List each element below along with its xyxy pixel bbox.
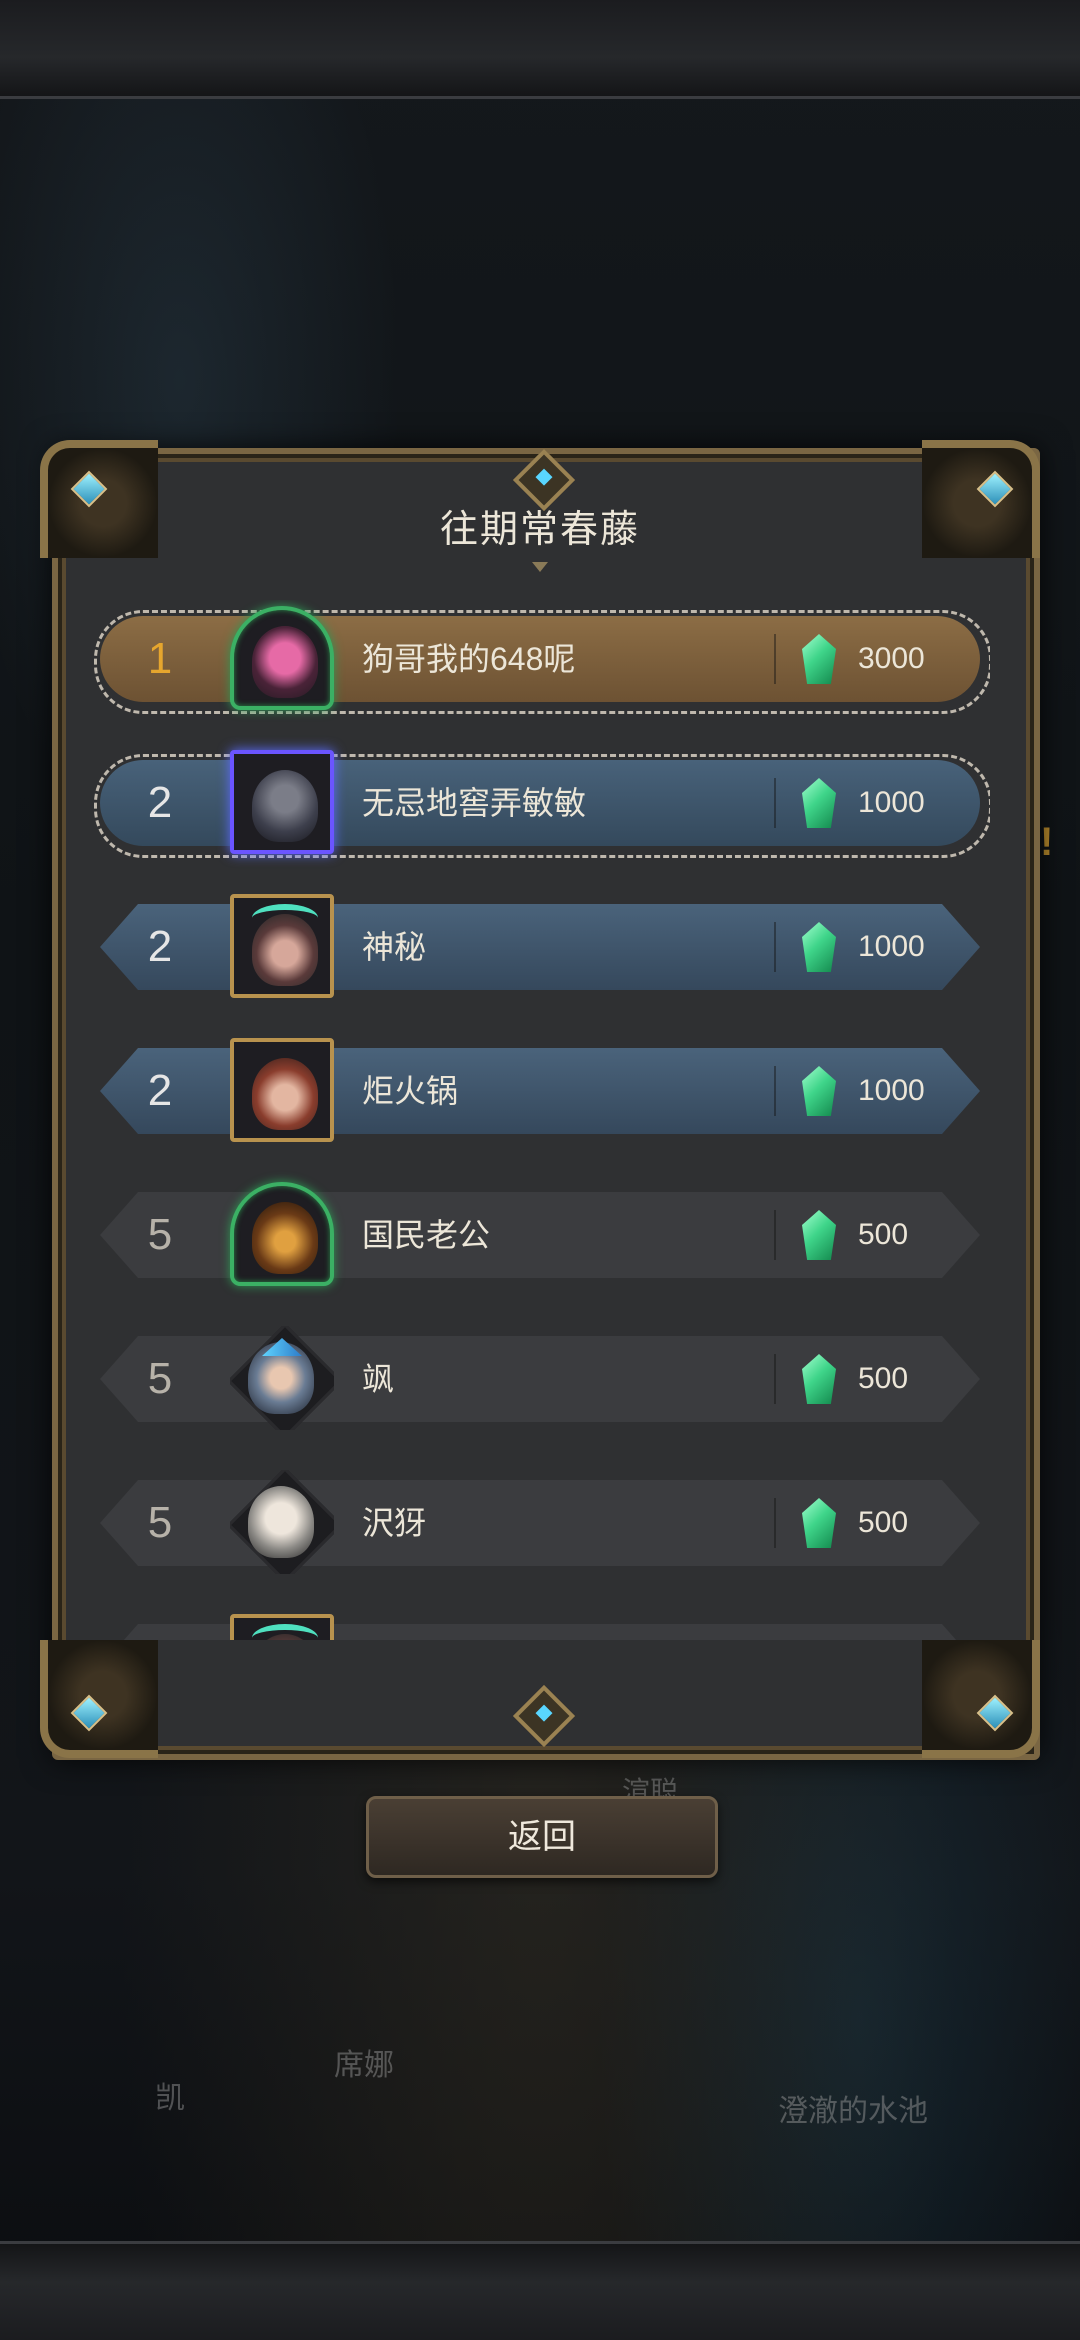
- ranking-list[interactable]: 1 狗哥我的648呢 3000 2 无忌地窖弄敏敏 1000 2 神秘 1000…: [90, 600, 990, 1640]
- player-name: 飒: [362, 1361, 395, 1397]
- player-avatar[interactable]: [230, 1182, 334, 1286]
- ranking-row[interactable]: 5 沢犽 500: [90, 1480, 990, 1566]
- rank-number: 5: [147, 1210, 173, 1259]
- reward-amount: 500: [858, 1362, 909, 1395]
- avatar-portrait-icon: [252, 1058, 318, 1130]
- reward-amount: 500: [858, 1506, 909, 1539]
- frame-corner-ornament: [922, 1640, 1040, 1758]
- avatar-portrait-icon: [252, 904, 318, 986]
- bottom-frame: [0, 2241, 1080, 2340]
- ranking-row[interactable]: 2 无忌地窖弄敏敏 1000: [90, 750, 990, 858]
- row-divider: [774, 922, 776, 972]
- ranking-row[interactable]: 2 炬火锅 1000: [90, 1038, 990, 1142]
- avatar-portrait-icon: [252, 1202, 318, 1274]
- player-avatar[interactable]: [230, 1470, 334, 1574]
- row-divider: [774, 634, 776, 684]
- row-divider: [774, 1066, 776, 1116]
- reward-amount: 500: [858, 1218, 909, 1251]
- player-avatar[interactable]: [230, 750, 334, 854]
- player-avatar[interactable]: [230, 1326, 334, 1430]
- avatar-portrait-icon: [248, 1486, 314, 1558]
- ranking-row[interactable]: 1 狗哥我的648呢 3000: [90, 606, 990, 714]
- avatar-portrait-icon: [252, 770, 318, 842]
- rank-number: 5: [147, 1354, 173, 1403]
- player-name: 沢犽: [362, 1505, 427, 1541]
- row-divider: [774, 1354, 776, 1404]
- player-name: 神秘: [362, 929, 427, 965]
- rank-number: 2: [147, 922, 173, 971]
- rank-number: 2: [147, 778, 173, 827]
- ranking-row[interactable]: 2 神秘 1000: [90, 894, 990, 998]
- quest-marker-icon: !: [1040, 820, 1054, 864]
- player-avatar[interactable]: [230, 1038, 334, 1142]
- ranking-row[interactable]: 5 国民老公 500: [90, 1182, 990, 1286]
- row-divider: [774, 1498, 776, 1548]
- map-label-clear-pool: 澄澈的水池: [778, 2095, 928, 2128]
- avatar-portrait-icon: [252, 1624, 318, 1640]
- reward-amount: 1000: [858, 1074, 925, 1107]
- player-avatar[interactable]: [230, 1614, 334, 1640]
- rank-number: 2: [147, 1066, 173, 1115]
- player-name: 炬火锅: [362, 1073, 459, 1109]
- avatar-portrait-icon: [248, 1342, 314, 1414]
- frame-corner-ornament: [40, 1640, 158, 1758]
- row-divider: [774, 1210, 776, 1260]
- avatar-portrait-icon: [252, 626, 318, 698]
- rank-number: 5: [147, 1498, 173, 1547]
- player-avatar[interactable]: [230, 606, 334, 710]
- reward-amount: 1000: [858, 930, 925, 963]
- reward-amount: 3000: [858, 642, 925, 675]
- back-button[interactable]: 返回: [366, 1796, 718, 1878]
- dialog-title: 往期常春藤: [439, 509, 640, 551]
- player-name: 无忌地窖弄敏敏: [362, 785, 587, 821]
- ranking-row-partial[interactable]: [90, 1614, 990, 1640]
- ranking-row[interactable]: 5 飒 500: [90, 1336, 990, 1422]
- map-label-xina: 席娜: [334, 2049, 394, 2082]
- player-name: 国民老公: [362, 1217, 491, 1253]
- top-frame: [0, 0, 1080, 99]
- rank-number: 1: [147, 634, 173, 683]
- reward-amount: 1000: [858, 786, 925, 819]
- title-caret-icon: [532, 562, 548, 572]
- player-avatar[interactable]: [230, 894, 334, 998]
- map-label-kai: 凯: [155, 2082, 185, 2115]
- player-name: 狗哥我的648呢: [362, 641, 576, 677]
- row-divider: [774, 778, 776, 828]
